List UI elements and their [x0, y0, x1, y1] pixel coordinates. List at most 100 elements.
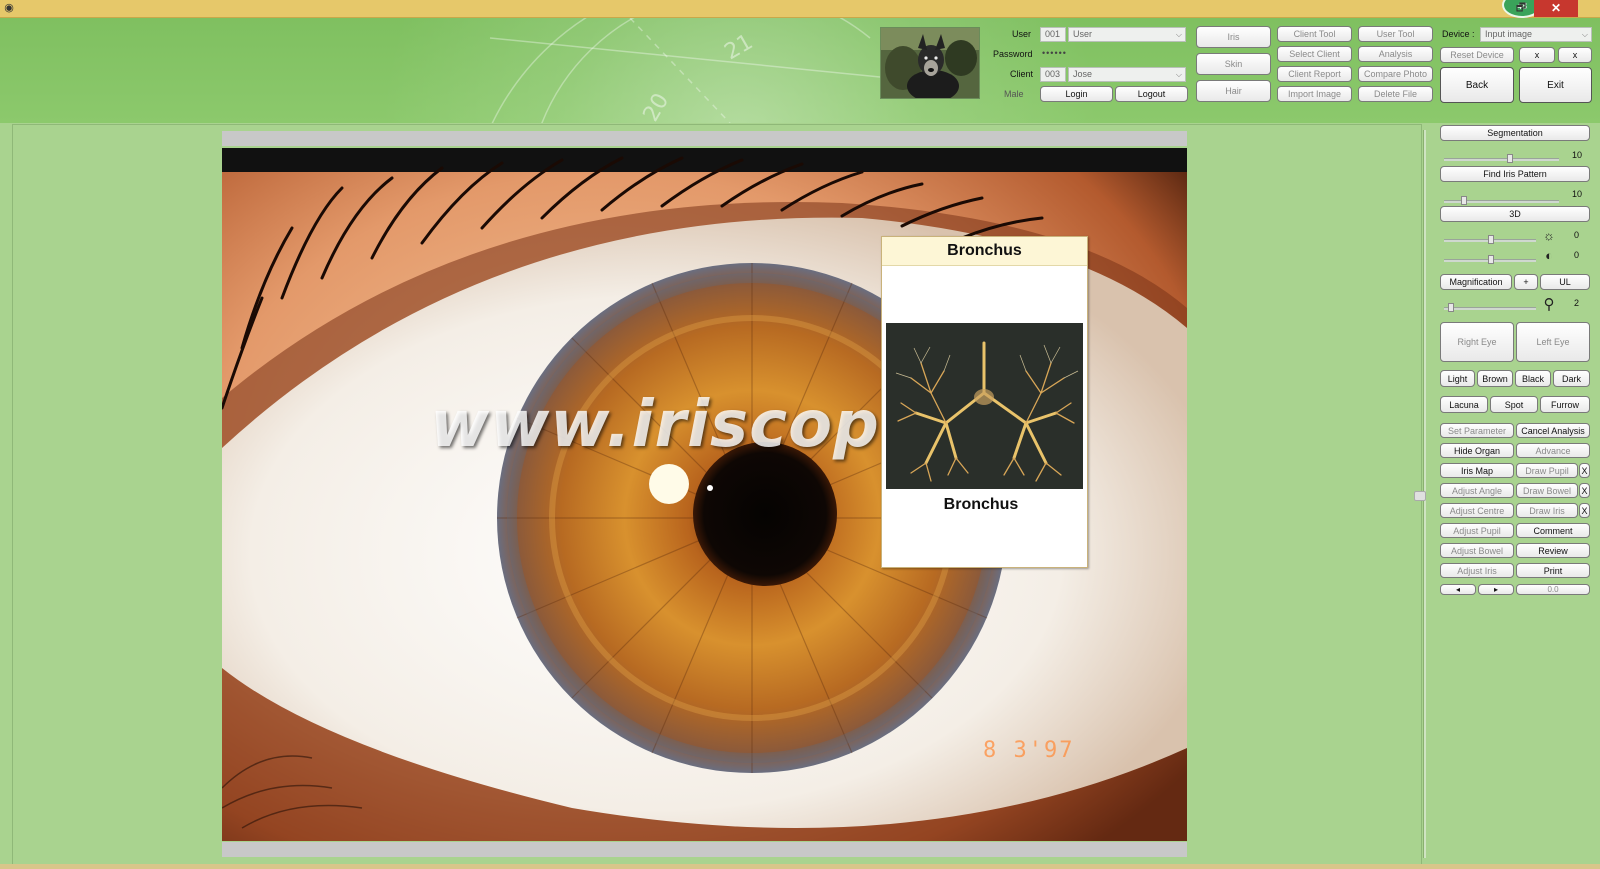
- client-id-field[interactable]: 003: [1040, 67, 1066, 82]
- adjust-centre-button[interactable]: Adjust Centre: [1440, 503, 1514, 518]
- light-button[interactable]: Light: [1440, 370, 1475, 387]
- draw-bowel-clear-button[interactable]: X: [1579, 483, 1590, 498]
- compare-photo-button[interactable]: Compare Photo: [1358, 66, 1433, 82]
- furrow-button[interactable]: Furrow: [1540, 396, 1590, 413]
- popup-caption: Bronchus: [943, 496, 1019, 513]
- draw-pupil-button[interactable]: Draw Pupil: [1516, 463, 1578, 478]
- comment-button[interactable]: Comment: [1516, 523, 1590, 538]
- advance-button[interactable]: Advance: [1516, 443, 1590, 458]
- find-iris-slider-thumb[interactable]: [1461, 196, 1468, 205]
- svg-text:20: 20: [639, 89, 675, 123]
- magnification-button[interactable]: Magnification: [1440, 274, 1512, 290]
- iris-button[interactable]: Iris: [1196, 26, 1271, 48]
- client-photo: [880, 27, 980, 99]
- popup-title: Bronchus: [882, 237, 1087, 266]
- brightness-icon: ☼: [1543, 228, 1555, 243]
- organ-popup: Bronchus Bronchus: [881, 236, 1088, 568]
- magnification-value: 2: [1574, 298, 1580, 308]
- analysis-button[interactable]: Analysis: [1358, 46, 1433, 62]
- 3d-button[interactable]: 3D: [1440, 206, 1590, 222]
- contrast-value: 0: [1574, 250, 1580, 260]
- adjust-iris-button[interactable]: Adjust Iris: [1440, 563, 1514, 578]
- chevron-down-icon: ⌵: [1175, 70, 1182, 79]
- user-select[interactable]: User ⌵: [1068, 27, 1186, 42]
- chevron-down-icon: ⌵: [1581, 30, 1588, 39]
- nav-value-display: 0.0: [1516, 584, 1590, 595]
- brightness-value: 0: [1574, 230, 1580, 240]
- spot-button[interactable]: Spot: [1490, 396, 1538, 413]
- select-client-button[interactable]: Select Client: [1277, 46, 1352, 62]
- right-eye-button[interactable]: Right Eye: [1440, 322, 1514, 362]
- bottom-strip: [0, 864, 1600, 869]
- nav-next-button[interactable]: ▸: [1478, 584, 1514, 595]
- close-window-button[interactable]: ✕: [1534, 0, 1578, 17]
- device-select[interactable]: Input image ⌵: [1480, 27, 1592, 42]
- contrast-slider-thumb[interactable]: [1488, 255, 1494, 264]
- review-button[interactable]: Review: [1516, 543, 1590, 558]
- svg-text:21: 21: [721, 30, 758, 66]
- password-label: Password: [993, 49, 1033, 59]
- find-iris-pattern-button[interactable]: Find Iris Pattern: [1440, 166, 1590, 182]
- magnify-plus-button[interactable]: +: [1514, 274, 1538, 290]
- device-x-button-2[interactable]: x: [1558, 47, 1592, 63]
- draw-iris-clear-button[interactable]: X: [1579, 503, 1590, 518]
- segmentation-value: 10: [1572, 150, 1583, 160]
- magnifier-icon: ⚲: [1543, 296, 1555, 313]
- login-button[interactable]: Login: [1040, 86, 1113, 102]
- adjust-bowel-button[interactable]: Adjust Bowel: [1440, 543, 1514, 558]
- dark-button[interactable]: Dark: [1553, 370, 1590, 387]
- vertical-scroll-handle[interactable]: [1414, 491, 1426, 501]
- left-eye-button[interactable]: Left Eye: [1516, 322, 1590, 362]
- client-tool-button[interactable]: Client Tool: [1277, 26, 1352, 42]
- client-report-button[interactable]: Client Report: [1277, 66, 1352, 82]
- exit-button[interactable]: Exit: [1519, 67, 1592, 103]
- back-button[interactable]: Back: [1440, 67, 1514, 103]
- segmentation-slider[interactable]: [1444, 158, 1559, 161]
- adjust-angle-button[interactable]: Adjust Angle: [1440, 483, 1514, 498]
- viewer-top-bar: [222, 131, 1187, 146]
- device-x-button-1[interactable]: x: [1519, 47, 1555, 63]
- draw-pupil-clear-button[interactable]: X: [1579, 463, 1590, 478]
- magnification-slider[interactable]: [1444, 307, 1536, 310]
- reset-device-button[interactable]: Reset Device: [1440, 47, 1514, 63]
- contrast-icon: ◐: [1545, 248, 1553, 263]
- brightness-slider-thumb[interactable]: [1488, 235, 1494, 244]
- logout-button[interactable]: Logout: [1115, 86, 1188, 102]
- draw-iris-button[interactable]: Draw Iris: [1516, 503, 1578, 518]
- user-tool-button[interactable]: User Tool: [1358, 26, 1433, 42]
- segmentation-button[interactable]: Segmentation: [1440, 125, 1590, 141]
- hair-button[interactable]: Hair: [1196, 80, 1271, 102]
- brown-button[interactable]: Brown: [1477, 370, 1513, 387]
- user-id-field[interactable]: 001: [1040, 27, 1066, 42]
- password-field[interactable]: ••••••: [1042, 48, 1067, 58]
- client-select[interactable]: Jose ⌵: [1068, 67, 1186, 82]
- photo-date-stamp: 8 3'97: [983, 738, 1075, 763]
- draw-bowel-button[interactable]: Draw Bowel: [1516, 483, 1578, 498]
- black-button[interactable]: Black: [1515, 370, 1551, 387]
- bronchus-image: [886, 323, 1083, 489]
- compass-decoration: 21 20: [489, 18, 891, 123]
- nav-prev-button[interactable]: ◂: [1440, 584, 1476, 595]
- gender-label: Male: [1004, 89, 1024, 99]
- client-label: Client: [1010, 69, 1034, 79]
- client-select-value: Jose: [1073, 69, 1093, 79]
- viewer-bottom-bar: [222, 842, 1187, 857]
- magnification-slider-thumb[interactable]: [1448, 303, 1454, 312]
- print-button[interactable]: Print: [1516, 563, 1590, 578]
- hide-organ-button[interactable]: Hide Organ: [1440, 443, 1514, 458]
- adjust-pupil-button[interactable]: Adjust Pupil: [1440, 523, 1514, 538]
- chevron-down-icon: ⌵: [1175, 30, 1182, 39]
- delete-file-button[interactable]: Delete File: [1358, 86, 1433, 102]
- segmentation-slider-thumb[interactable]: [1507, 154, 1514, 163]
- lacuna-button[interactable]: Lacuna: [1440, 396, 1488, 413]
- user-label: User: [1012, 29, 1032, 39]
- user-select-value: User: [1073, 29, 1093, 39]
- magnify-ul-button[interactable]: UL: [1540, 274, 1590, 290]
- set-parameter-button[interactable]: Set Parameter: [1440, 423, 1514, 438]
- eye-icon: ◉: [4, 2, 14, 14]
- restore-window-button[interactable]: 🗗: [1508, 0, 1534, 16]
- import-image-button[interactable]: Import Image: [1277, 86, 1352, 102]
- iris-map-button[interactable]: Iris Map: [1440, 463, 1514, 478]
- skin-button[interactable]: Skin: [1196, 53, 1271, 75]
- cancel-analysis-button[interactable]: Cancel Analysis: [1516, 423, 1590, 438]
